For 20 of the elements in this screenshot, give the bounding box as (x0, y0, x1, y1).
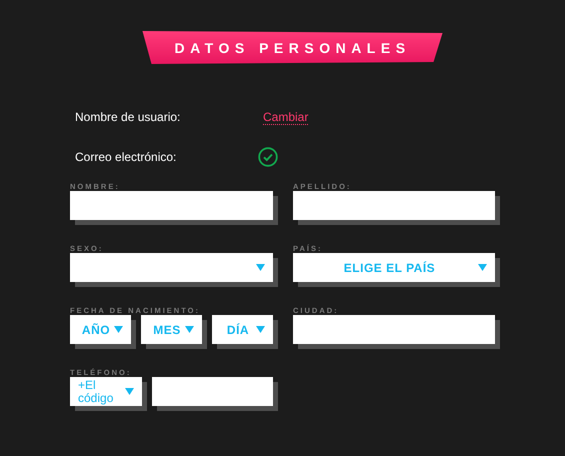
caret-icon (185, 326, 194, 333)
dropdown[interactable]: AÑO (70, 315, 131, 344)
caret-icon (478, 264, 487, 271)
change-link[interactable]: Cambiar (263, 110, 308, 125)
text-field[interactable] (152, 377, 273, 406)
text-field[interactable] (293, 191, 495, 220)
caret-icon (125, 388, 134, 395)
dropdown[interactable]: DÍA (212, 315, 273, 344)
dropdown[interactable]: ELIGE EL PAÍS (293, 253, 495, 282)
field-label: Correo electrónico: (75, 148, 178, 166)
field-label: Nombre de usuario: (75, 109, 182, 126)
dropdown[interactable]: MES (141, 315, 202, 344)
caret-icon (256, 326, 265, 333)
text-field[interactable] (293, 315, 495, 344)
dropdown[interactable]: +El código (70, 377, 142, 406)
caret-icon (114, 326, 123, 333)
section-title: DATOS PERSONALES (142, 31, 443, 64)
caret-icon (256, 264, 265, 271)
text-field[interactable] (70, 191, 273, 220)
dropdown[interactable] (70, 253, 273, 282)
